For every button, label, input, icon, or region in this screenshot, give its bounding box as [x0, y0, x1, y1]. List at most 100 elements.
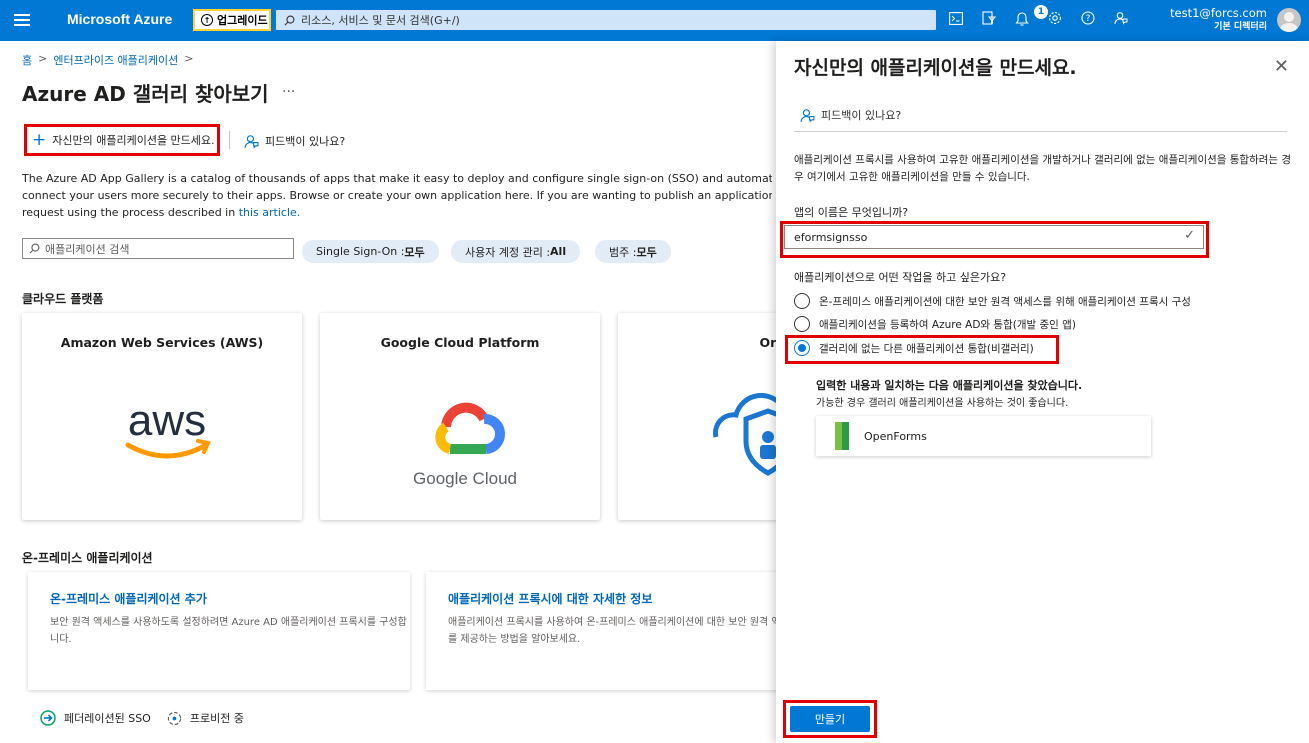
footer-links: 페더레이션된 SSO 프로비전 중 [40, 710, 244, 726]
radio-button[interactable] [794, 293, 810, 309]
more-options-button[interactable]: ... [282, 80, 295, 96]
on-premises-heading: 온-프레미스 애플리케이션 [22, 551, 153, 565]
feedback-icon [244, 134, 259, 149]
radio-option-label: 온-프레미스 애플리케이션에 대한 보안 원격 액세스를 위해 애플리케이션 프… [819, 295, 1191, 308]
app-name-input[interactable]: eformsignsso ✓ [784, 225, 1204, 249]
help-icon[interactable]: ? [1080, 10, 1096, 26]
google-cloud-logo-text: Google Cloud [413, 469, 517, 488]
match-heading: 입력한 내용과 일치하는 다음 애플리케이션을 찾았습니다. [816, 379, 1083, 392]
match-subtext: 가능한 경우 갤러리 애플리케이션을 사용하는 것이 좋습니다. [816, 398, 1069, 409]
provisioning-icon [167, 711, 181, 725]
panel-feedback-label: 피드백이 있나요? [821, 109, 902, 122]
plus-icon: + [32, 129, 47, 150]
breadcrumb-separator: > [184, 52, 194, 65]
breadcrumb-enterprise-apps[interactable]: 엔터프라이즈 애플리케이션 [53, 52, 178, 68]
filter-sso[interactable]: Single Sign-On : 모두 [302, 240, 439, 263]
user-email: test1@forcs.com [1170, 6, 1267, 20]
upgrade-icon: ↑ [201, 14, 213, 26]
search-icon [29, 243, 40, 254]
app-name-value: eformsignsso [794, 230, 868, 244]
breadcrumb: 홈 > 엔터프라이즈 애플리케이션 > [22, 52, 194, 68]
cloud-platforms-heading: 클라우드 플랫폼 [22, 292, 104, 306]
checkmark-icon: ✓ [1184, 228, 1195, 243]
close-icon[interactable]: ✕ [1274, 56, 1289, 77]
google-cloud-logo: Google Cloud [398, 357, 533, 492]
settings-icon[interactable] [1047, 10, 1063, 26]
add-on-prem-app-card[interactable]: 온-프레미스 애플리케이션 추가 보안 원격 액세스를 사용하도록 설정하려면 … [28, 572, 410, 690]
filter-category-value: 모두 [636, 245, 657, 259]
google-cloud-card-title: Google Cloud Platform [380, 335, 540, 350]
directory-filter-icon[interactable] [981, 10, 997, 26]
description-line-3: request using the process described in t… [22, 204, 772, 221]
breadcrumb-separator: > [38, 52, 48, 65]
create-own-app-button[interactable]: + 자신만의 애플리케이션을 만드세요. [24, 124, 220, 156]
panel-feedback-button[interactable]: 피드백이 있나요? [800, 107, 901, 123]
federated-sso-icon [40, 710, 56, 726]
radio-option-label: 애플리케이션을 등록하여 Azure AD와 통합(개발 중인 앱) [819, 318, 1076, 331]
divider [794, 131, 1287, 132]
this-article-link[interactable]: this article. [239, 206, 301, 219]
breadcrumb-home[interactable]: 홈 [22, 52, 32, 68]
panel-title: 자신만의 애플리케이션을 만드세요. [794, 57, 1077, 79]
global-search-input[interactable]: 리소스, 서비스 및 문서 검색(G+/) [276, 10, 936, 30]
brand-title[interactable]: Microsoft Azure [67, 11, 172, 27]
federated-sso-link[interactable]: 페더레이션된 SSO [64, 710, 151, 726]
add-on-prem-app-body: 보안 원격 액세스를 사용하도록 설정하려면 Azure AD 애플리케이션 프… [50, 617, 407, 645]
global-search-placeholder: 리소스, 서비스 및 문서 검색(G+/) [301, 14, 460, 27]
aws-logo: aws [100, 357, 235, 492]
search-icon [284, 15, 295, 25]
radio-option-register-app[interactable]: 애플리케이션을 등록하여 Azure AD와 통합(개발 중인 앱) [794, 316, 1076, 332]
feedback-button[interactable]: 피드백이 있나요? [244, 133, 345, 149]
create-app-panel: 자신만의 애플리케이션을 만드세요. ✕ 피드백이 있나요? 애플리케이션 프록… [776, 41, 1309, 743]
panel-description: 애플리케이션 프록시를 사용하여 고유한 애플리케이션을 개발하거나 갤러리에 … [794, 154, 1292, 183]
filter-sso-label: Single Sign-On : [316, 245, 405, 258]
filter-user-provisioning[interactable]: 사용자 계정 관리 : All [451, 240, 581, 263]
add-on-prem-app-title[interactable]: 온-프레미스 애플리케이션 추가 [50, 590, 207, 607]
app-search-placeholder: 애플리케이션 검색 [45, 242, 130, 256]
radio-button[interactable] [794, 316, 810, 332]
description-line: connect your users more securely to thei… [22, 189, 772, 202]
purpose-label: 애플리케이션으로 어떤 작업을 하고 싶은가요? [794, 271, 1007, 284]
gallery-description: The Azure AD App Gallery is a catalog of… [22, 170, 772, 221]
aws-card[interactable]: Amazon Web Services (AWS) aws [22, 313, 302, 520]
suggested-app-openforms[interactable]: OpenForms [816, 416, 1151, 456]
svg-text:?: ? [1086, 14, 1091, 24]
avatar[interactable] [1277, 8, 1301, 32]
radio-button-selected[interactable] [794, 340, 810, 356]
cloud-shell-icon[interactable] [948, 10, 964, 26]
provisioning-link[interactable]: 프로비전 중 [190, 710, 244, 726]
openforms-icon [833, 420, 851, 452]
menu-icon[interactable] [14, 11, 30, 27]
filter-provisioning-value: All [550, 245, 567, 258]
command-separator [229, 131, 230, 149]
app-proxy-info-body: 애플리케이션 프록시를 사용하여 온-프레미스 애플리케이션에 대한 보안 원격… [448, 617, 800, 645]
feedback-label: 피드백이 있나요? [265, 135, 346, 148]
radio-option-label: 갤러리에 없는 다른 애플리케이션 통합(비갤러리) [819, 342, 1034, 355]
upgrade-label: 업그레이드 [217, 14, 268, 27]
aws-card-title: Amazon Web Services (AWS) [60, 335, 264, 350]
feedback-icon[interactable] [1113, 10, 1129, 26]
suggested-app-name: OpenForms [864, 429, 927, 443]
notification-badge: 1 [1034, 5, 1048, 19]
google-cloud-card[interactable]: Google Cloud Platform Google Cloud [320, 313, 600, 520]
top-bar: Microsoft Azure ↑ 업그레이드 리소스, 서비스 및 문서 검색… [0, 0, 1309, 41]
feedback-icon [800, 108, 815, 123]
page-title: Azure AD 갤러리 찾아보기 [22, 82, 269, 106]
create-button[interactable]: 만들기 [790, 706, 870, 732]
app-name-label: 앱의 이름은 무엇입니까? [794, 206, 909, 219]
description-line: The Azure AD App Gallery is a catalog of… [22, 172, 772, 185]
notification-icon[interactable] [1014, 10, 1030, 26]
app-search-input[interactable]: 애플리케이션 검색 [22, 238, 294, 259]
create-own-app-label: 자신만의 애플리케이션을 만드세요. [52, 134, 215, 147]
user-directory: 기본 디렉터리 [1214, 22, 1267, 32]
filter-provisioning-label: 사용자 계정 관리 : [465, 245, 551, 259]
aws-logo-text: aws [128, 396, 206, 445]
filter-category[interactable]: 범주 : 모두 [595, 240, 671, 263]
user-account[interactable]: test1@forcs.com 기본 디렉터리 [1170, 6, 1267, 34]
radio-option-non-gallery[interactable]: 갤러리에 없는 다른 애플리케이션 통합(비갤러리) [794, 340, 1034, 356]
filter-category-label: 범주 : [609, 245, 637, 259]
app-proxy-info-title[interactable]: 애플리케이션 프록시에 대한 자세한 정보 [448, 590, 652, 607]
upgrade-button[interactable]: ↑ 업그레이드 [193, 9, 271, 31]
filter-sso-value: 모두 [404, 245, 425, 259]
radio-option-app-proxy[interactable]: 온-프레미스 애플리케이션에 대한 보안 원격 액세스를 위해 애플리케이션 프… [794, 293, 1191, 309]
